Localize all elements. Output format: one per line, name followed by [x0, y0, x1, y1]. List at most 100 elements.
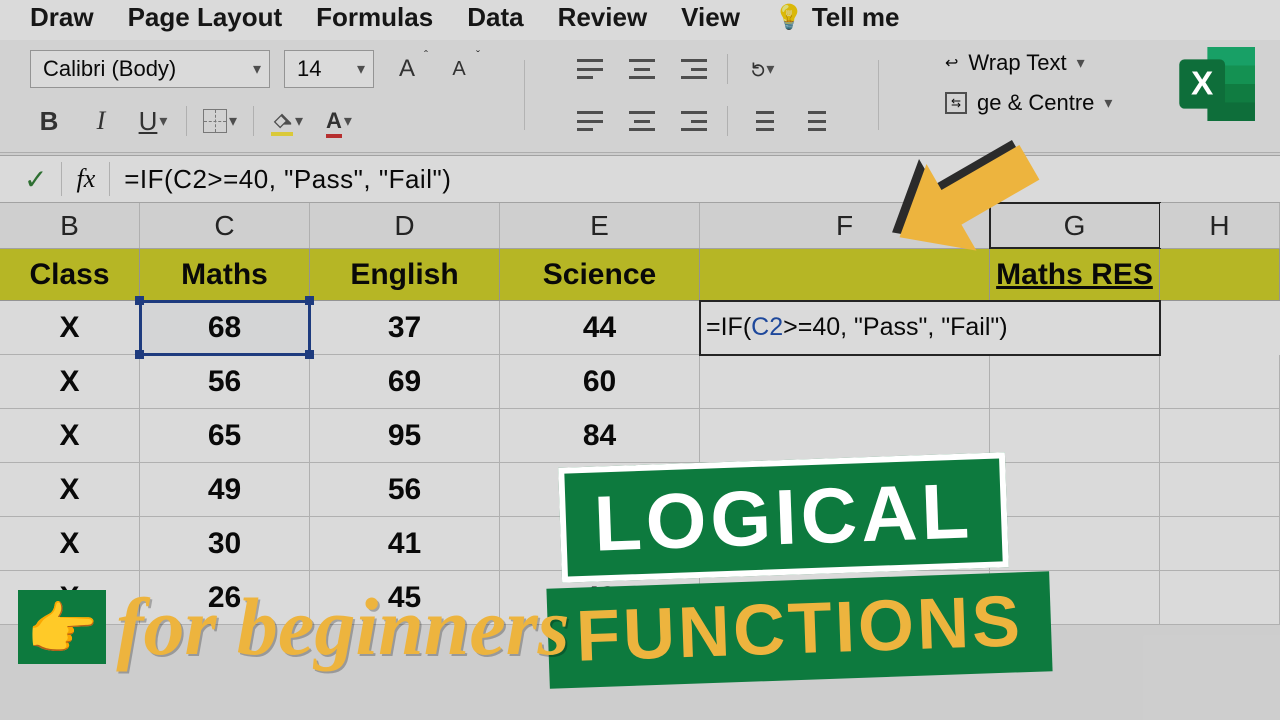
align-right-icon: [681, 111, 707, 131]
cell-editing[interactable]: =IF(C2>=40, "Pass", "Fail"): [700, 301, 1160, 355]
header-class[interactable]: Class: [0, 249, 140, 300]
chevron-down-icon: ▾: [253, 59, 261, 79]
cell[interactable]: 30: [140, 517, 310, 571]
svg-text:X: X: [1191, 66, 1213, 103]
col-header-b[interactable]: B: [0, 203, 140, 248]
arrow-icon: [859, 80, 1091, 312]
tab-review[interactable]: Review: [558, 2, 648, 33]
formula-input[interactable]: =IF(C2>=40, "Pass", "Fail"): [110, 164, 451, 195]
cell[interactable]: 84: [500, 409, 700, 463]
header-english[interactable]: English: [310, 249, 500, 300]
decrease-indent-icon: [748, 111, 774, 131]
shrink-font-button[interactable]: Aˇ: [440, 50, 478, 88]
borders-icon: [203, 109, 227, 133]
grow-font-button[interactable]: Aˆ: [388, 50, 426, 88]
cell[interactable]: [1160, 463, 1280, 517]
align-bottom-button[interactable]: [675, 50, 713, 88]
increase-indent-button[interactable]: [794, 102, 832, 140]
col-header-c[interactable]: C: [140, 203, 310, 248]
tell-me-label: Tell me: [812, 2, 900, 33]
align-left-button[interactable]: [571, 102, 609, 140]
cell[interactable]: X: [0, 517, 140, 571]
align-top-icon: [577, 59, 603, 79]
cell[interactable]: X: [0, 409, 140, 463]
cell[interactable]: [1160, 355, 1280, 409]
cell[interactable]: 49: [140, 463, 310, 517]
wrap-text-label: Wrap Text: [968, 50, 1066, 76]
tab-formulas[interactable]: Formulas: [316, 2, 433, 33]
cell[interactable]: 44: [500, 301, 700, 355]
col-header-h[interactable]: H: [1160, 203, 1280, 248]
tab-data[interactable]: Data: [467, 2, 523, 33]
confirm-icon[interactable]: ✓: [10, 163, 61, 196]
font-size-select[interactable]: 14 ▾: [284, 50, 374, 88]
cell[interactable]: 41: [310, 517, 500, 571]
col-header-e[interactable]: E: [500, 203, 700, 248]
cell[interactable]: 56: [310, 463, 500, 517]
cell[interactable]: 69: [310, 355, 500, 409]
chevron-down-icon: ▾: [1104, 93, 1112, 113]
align-center-button[interactable]: [623, 102, 661, 140]
wrap-text-icon: ↩: [945, 53, 958, 73]
formula-prefix: =IF(: [706, 313, 751, 342]
cell[interactable]: 37: [310, 301, 500, 355]
align-right-button[interactable]: [675, 102, 713, 140]
cell[interactable]: [1160, 409, 1280, 463]
align-top-button[interactable]: [571, 50, 609, 88]
chevron-down-icon: ▾: [357, 59, 365, 79]
cell[interactable]: X: [0, 301, 140, 355]
paint-bucket-icon: [271, 110, 293, 132]
tab-view[interactable]: View: [681, 2, 740, 33]
font-color-button[interactable]: A ▾: [320, 102, 358, 140]
formula-bar: ✓ fx =IF(C2>=40, "Pass", "Fail"): [0, 155, 1280, 203]
fill-color-button[interactable]: ▾: [268, 102, 306, 140]
cell[interactable]: X: [0, 355, 140, 409]
cell[interactable]: [990, 517, 1160, 571]
tab-page-layout[interactable]: Page Layout: [128, 2, 283, 33]
cell[interactable]: X: [0, 463, 140, 517]
col-header-d[interactable]: D: [310, 203, 500, 248]
borders-button[interactable]: ▾: [201, 102, 239, 140]
chevron-down-icon: ▾: [344, 111, 352, 131]
table-header-row: Class Maths English Science Maths RES: [0, 249, 1280, 301]
tell-me[interactable]: 💡 Tell me: [774, 2, 900, 33]
orientation-button[interactable]: ⟲ ▾: [742, 50, 780, 88]
beginners-text: for beginners: [116, 580, 569, 674]
decrease-indent-button[interactable]: [742, 102, 780, 140]
header-science[interactable]: Science: [500, 249, 700, 300]
cell[interactable]: 60: [500, 355, 700, 409]
font-color-letter: A: [326, 108, 342, 133]
table-row: X 65 95 84: [0, 409, 1280, 463]
chevron-down-icon: ▾: [229, 111, 237, 131]
cell[interactable]: [990, 409, 1160, 463]
bold-button[interactable]: B: [30, 102, 68, 140]
cell[interactable]: [990, 463, 1160, 517]
cell[interactable]: 65: [140, 409, 310, 463]
table-row: X 68 37 44 =IF(C2>=40, "Pass", "Fail"): [0, 301, 1280, 355]
alignment-group: ⟲ ▾: [571, 50, 832, 140]
font-color-icon: A: [326, 108, 342, 134]
chevron-down-icon: ▾: [1077, 53, 1085, 73]
cell-selected[interactable]: 68: [140, 301, 310, 355]
cell[interactable]: [1160, 571, 1280, 625]
cell[interactable]: [1160, 517, 1280, 571]
cell[interactable]: 95: [310, 409, 500, 463]
tab-draw[interactable]: Draw: [30, 2, 94, 33]
group-separator: [524, 60, 525, 130]
overlay-beginners: 👉 for beginners: [18, 580, 570, 674]
fx-label[interactable]: fx: [62, 164, 109, 194]
cell[interactable]: 56: [140, 355, 310, 409]
italic-button[interactable]: I: [82, 102, 120, 140]
underline-letter: U: [139, 106, 158, 137]
cell[interactable]: [700, 355, 990, 409]
header-blank-h[interactable]: [1160, 249, 1280, 300]
header-maths[interactable]: Maths: [140, 249, 310, 300]
ribbon: Calibri (Body) ▾ 14 ▾ Aˆ Aˇ B I U ▾: [0, 40, 1280, 153]
group-separator: [878, 60, 879, 130]
align-middle-button[interactable]: [623, 50, 661, 88]
underline-button[interactable]: U ▾: [134, 102, 172, 140]
wrap-text-button[interactable]: ↩ Wrap Text ▾: [945, 50, 1112, 76]
font-name-select[interactable]: Calibri (Body) ▾: [30, 50, 270, 88]
formula-ref: C2: [751, 313, 783, 342]
cell[interactable]: [990, 355, 1160, 409]
